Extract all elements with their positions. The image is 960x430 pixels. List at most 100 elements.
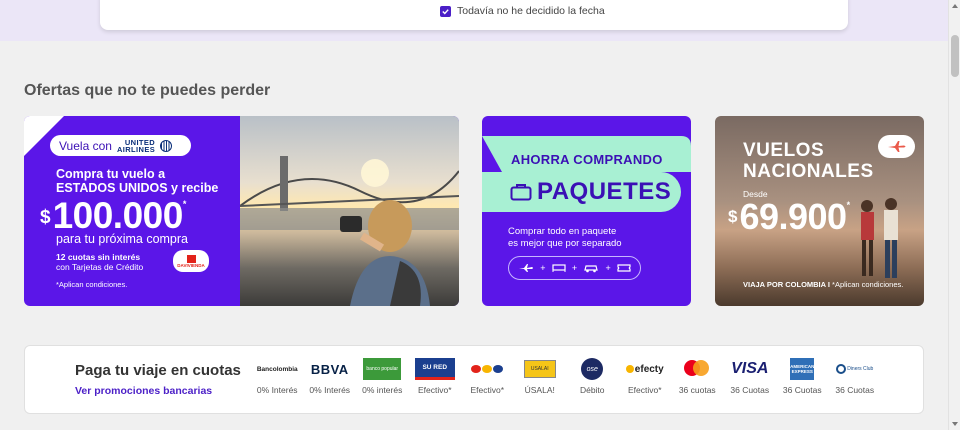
mastercard-logo (684, 360, 710, 378)
undecided-date-checkbox[interactable] (440, 5, 451, 17)
united-next-purchase: para tu próxima compra (56, 232, 189, 246)
payment-method-label: 36 cuotas (678, 385, 716, 395)
scroll-down-icon[interactable] (952, 422, 958, 426)
united-airlines-logo: UNITED AIRLINES (116, 138, 156, 154)
davivienda-logo: DAVIVIENDA (173, 250, 209, 272)
vuela-con-united-pill: Vuela con UNITED AIRLINES (50, 135, 191, 156)
payment-method-usalal: USALAI ÚSALA! (514, 356, 567, 395)
bancolombia-logo: Bancolombia (256, 365, 298, 373)
united-price-currency: $ (40, 207, 51, 228)
suitcase-icon (510, 184, 532, 201)
payment-method-label: 36 Cuotas (835, 385, 875, 395)
cash-network-logo (471, 365, 504, 373)
new-york-photo (240, 116, 459, 306)
payment-method-label: ÚSALA! (524, 385, 555, 395)
united-line1: Compra tu vuelo a (56, 167, 166, 181)
package-components: + + + (508, 256, 641, 280)
paquetes-body-line1: Comprar todo en paquete (508, 226, 617, 237)
payment-method-efectivo: Efectivo* (461, 356, 514, 395)
payment-method-efecty: efecty Efectivo* (619, 356, 672, 395)
couple-illustration (861, 198, 898, 278)
nacionales-footer: VIAJA POR COLOMBIA I *Aplican condicione… (743, 280, 903, 289)
davivienda-house-icon (186, 254, 196, 263)
scroll-thumb[interactable] (951, 35, 959, 77)
paquetes-product: PAQUETES (537, 178, 672, 205)
davivienda-text: DAVIVIENDA (177, 262, 205, 268)
united-line2: ESTADOS UNIDOS y recibe (56, 181, 219, 195)
nacionales-title-line1: VUELOS (743, 140, 825, 161)
payment-method-label: Efectivo* (470, 385, 505, 395)
united-promo-banner[interactable]: Vuela con UNITED AIRLINES Compra tu vuel… (24, 116, 459, 306)
plane-icon (519, 264, 534, 272)
paquetes-promo-banner[interactable]: AHORRA COMPRANDO PAQUETES Comprar todo e… (482, 116, 691, 306)
payment-methods-list: Bancolombia 0% Interés BBVA 0% Interés b… (251, 356, 881, 395)
vuela-con-label: Vuela con (59, 138, 112, 153)
nacionales-title: VUELOS NACIONALES (743, 140, 874, 182)
payment-method-banco-popular: banco popular 0% interés (356, 356, 409, 395)
plus-sign: + (571, 263, 578, 273)
payment-method-label: 36 Cuotas (730, 385, 770, 395)
paquetes-headline: AHORRA COMPRANDO (511, 152, 663, 167)
efecty-logo: efecty (625, 363, 664, 375)
hotel-bed-icon (552, 264, 566, 272)
diners-logo-text: Diners Club (847, 366, 874, 372)
nacionales-price-currency: $ (728, 207, 738, 226)
search-card: Todavía no he decidido la fecha (100, 0, 848, 30)
traveler-illustration (340, 200, 430, 306)
installments-card: Paga tu viaje en cuotas Ver promociones … (24, 345, 924, 414)
scroll-up-icon[interactable] (952, 4, 958, 8)
paquetes-body-line2: es mejor que por separado (508, 238, 622, 249)
payment-method-visa: VISA 36 Cuotas (724, 356, 777, 395)
payment-method-amex: AMERICAN EXPRESS 36 Cuotas (776, 356, 829, 395)
visa-logo: VISA (731, 360, 769, 377)
united-price-asterisk: * (182, 199, 187, 209)
plus-sign: + (540, 263, 546, 273)
usalal-card-logo: USALAI (523, 360, 556, 378)
payment-method-label: 36 Cuotas (782, 385, 822, 395)
united-price: $ 100.000 * (40, 195, 186, 237)
payment-method-bancolombia: Bancolombia 0% Interés (251, 356, 304, 396)
united-tarjetas: con Tarjetas de Crédito (56, 262, 144, 272)
plane-badge (878, 135, 915, 158)
payment-method-su-red: SU RED Efectivo* (409, 356, 462, 395)
offers-section-title: Ofertas que no te puedes perder (24, 82, 271, 99)
united-promo-text: Compra tu vuelo a ESTADOS UNIDOS y recib… (56, 167, 218, 195)
efecty-logo-text: efecty (634, 363, 664, 375)
payment-method-mastercard: 36 cuotas (671, 356, 724, 395)
payment-method-label: Débito (579, 385, 605, 395)
plus-sign: + (605, 263, 611, 273)
payment-method-diners: Diners Club 36 Cuotas (829, 356, 882, 395)
payment-method-label: 0% interés (362, 385, 403, 395)
nacionales-title-line2: NACIONALES (743, 161, 874, 182)
united-price-amount: 100.000 (52, 195, 184, 236)
nacionales-price-amount: 69.900 (739, 196, 847, 237)
ticket-icon (617, 264, 631, 272)
payment-method-ose: ose Débito (566, 356, 619, 395)
nacionales-price-asterisk: * (846, 200, 851, 210)
undecided-date-option[interactable]: Todavía no he decidido la fecha (440, 5, 605, 17)
united-globe-icon (160, 139, 173, 152)
united-logo-line2: AIRLINES (116, 144, 156, 154)
bank-promotions-link[interactable]: Ver promociones bancarias (75, 385, 212, 397)
payment-method-bbva: BBVA 0% Interés (304, 356, 357, 396)
vuelos-nacionales-banner[interactable]: VUELOS NACIONALES Desde $ 69.900 * VIAJA… (715, 116, 924, 306)
nacionales-footer-rest: *Aplican condiciones. (829, 280, 904, 289)
bbva-logo: BBVA (310, 361, 349, 377)
su-red-logo: SU RED (414, 358, 455, 380)
american-express-logo: AMERICAN EXPRESS (790, 358, 814, 380)
payment-method-label: 0% Interés (256, 385, 298, 395)
payment-method-label: Efectivo* (417, 385, 452, 395)
page-scrollbar[interactable] (948, 0, 960, 430)
paquetes-label: PAQUETES (482, 172, 681, 212)
ose-logo: ose (581, 358, 604, 380)
banco-popular-logo: banco popular (363, 358, 402, 380)
nacionales-price: $ 69.900 * (728, 196, 850, 238)
nacionales-footer-bold: VIAJA POR COLOMBIA I (743, 280, 830, 289)
payment-method-label: 0% Interés (309, 385, 351, 395)
united-conditions: *Aplican condiciones. (56, 280, 128, 289)
installments-title: Paga tu viaje en cuotas (75, 362, 241, 379)
undecided-date-label: Todavía no he decidido la fecha (457, 5, 605, 17)
plane-icon (887, 141, 905, 152)
check-icon (442, 8, 449, 15)
united-cuotas: 12 cuotas sin interés (56, 252, 141, 262)
